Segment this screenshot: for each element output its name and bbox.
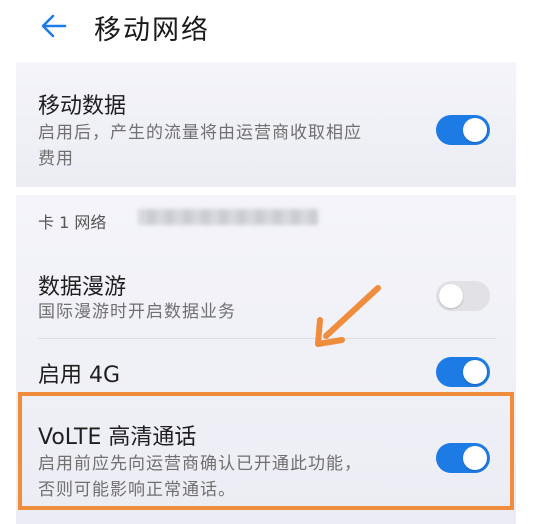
toggle-knob [463, 118, 487, 142]
roaming-desc: 国际漫游时开启数据业务 [38, 302, 236, 322]
mobile-data-desc-line2: 费用 [38, 149, 74, 169]
toggle-knob [439, 284, 463, 308]
header: 移动网络 [0, 0, 535, 58]
divider [38, 338, 496, 339]
toggle-knob [463, 360, 487, 384]
enable-4g-label: 启用 4G [38, 363, 121, 388]
mobile-data-toggle[interactable] [436, 115, 490, 145]
mobile-data-label: 移动数据 [38, 94, 127, 119]
enable-4g-toggle[interactable] [436, 357, 490, 387]
mobile-data-desc-line1: 启用后，产生的流量将由运营商收取相应 [38, 123, 362, 143]
sim-network-redacted [138, 209, 318, 225]
annotation-arrow-icon [315, 285, 381, 347]
roaming-toggle[interactable] [436, 281, 490, 311]
page-title: 移动网络 [94, 15, 210, 46]
volte-highlight-box [18, 392, 514, 510]
sim-network-label: 卡 1 网络 [38, 213, 107, 232]
mobile-data-card: 移动数据 启用后，产生的流量将由运营商收取相应 费用 [16, 62, 516, 187]
roaming-label: 数据漫游 [38, 275, 127, 300]
back-arrow-icon[interactable] [37, 9, 71, 43]
